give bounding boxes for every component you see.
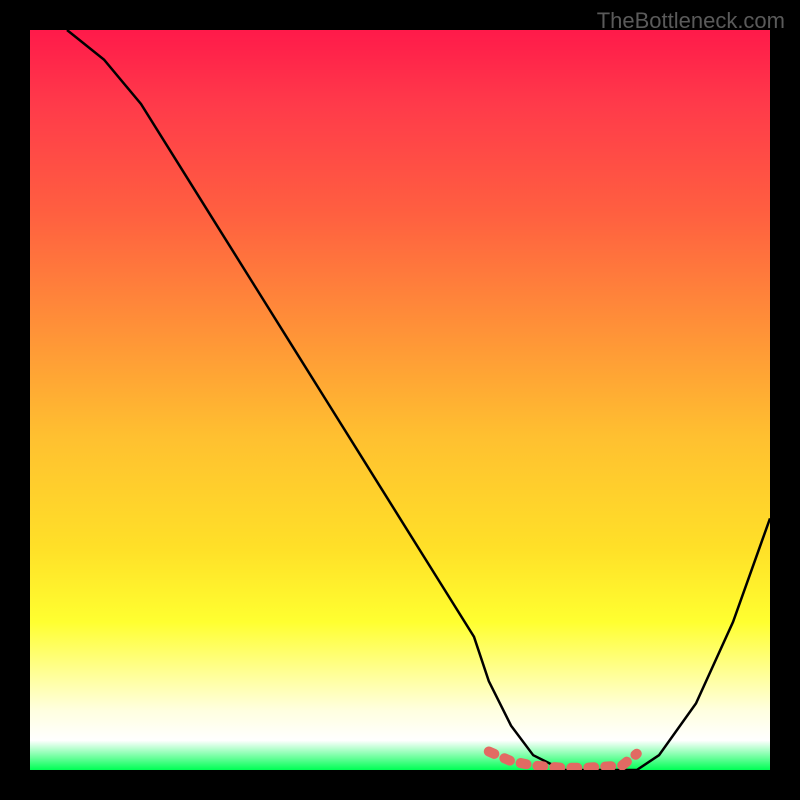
chart-container: TheBottleneck.com [0, 0, 800, 800]
bottleneck-curve-path [67, 30, 770, 770]
optimal-range-path [489, 752, 637, 768]
chart-svg [30, 30, 770, 770]
watermark-text: TheBottleneck.com [597, 8, 785, 34]
plot-area [30, 30, 770, 770]
